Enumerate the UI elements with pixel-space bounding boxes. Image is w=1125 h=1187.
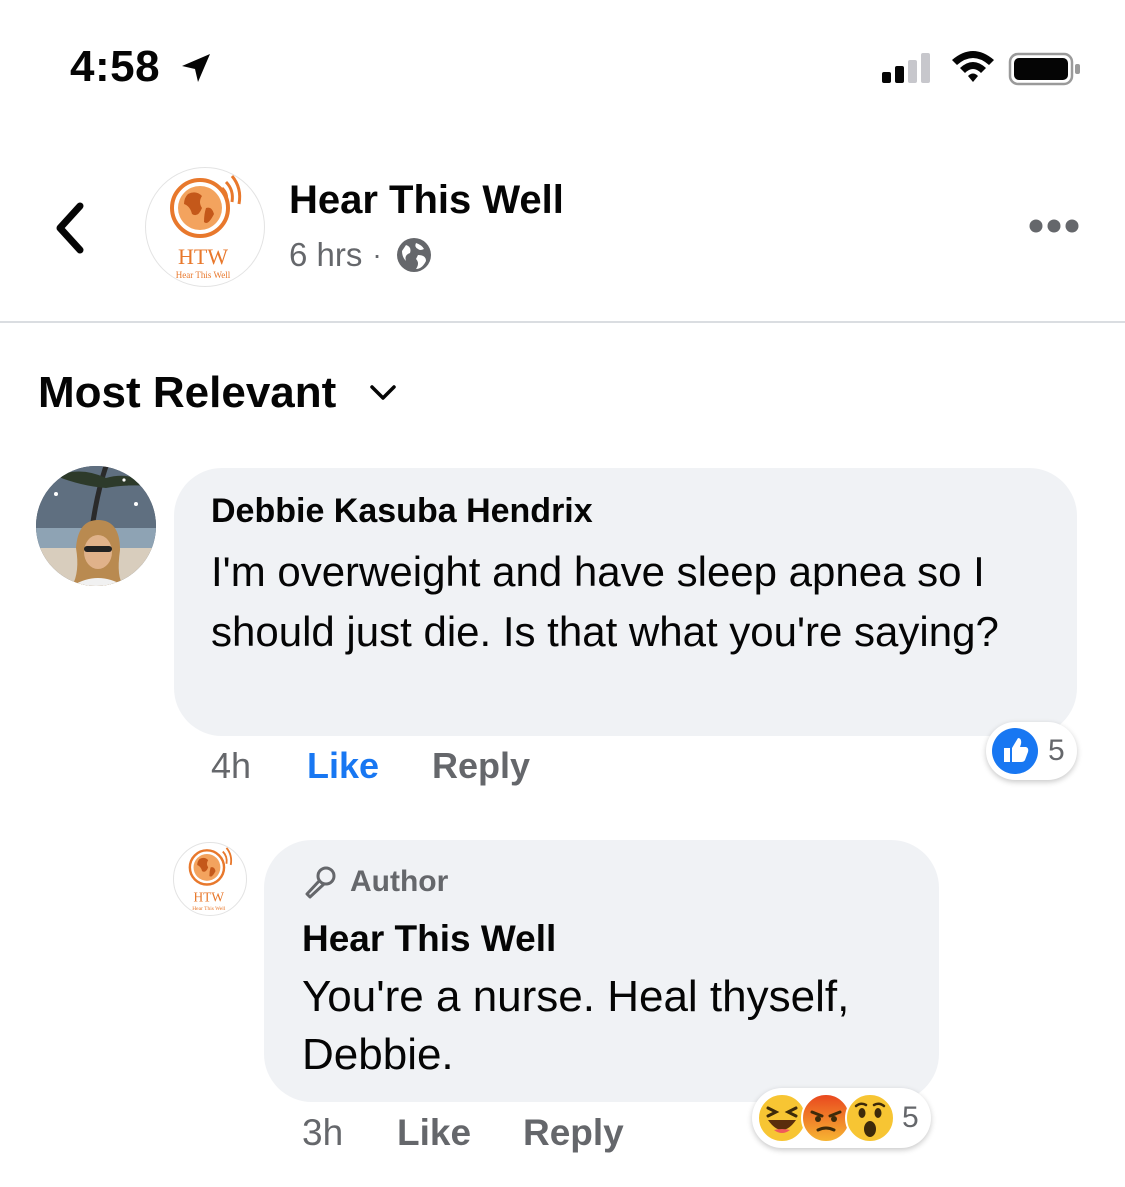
author-badge-label: Author xyxy=(350,865,449,898)
comment-text: I'm overweight and have sleep apnea so I… xyxy=(211,548,999,655)
comment-time[interactable]: 4h xyxy=(211,745,251,787)
commenter-avatar[interactable] xyxy=(36,466,156,586)
reply-text: You're a nurse. Heal thyself, Debbie. xyxy=(302,972,850,1079)
page-name[interactable]: Hear This Well xyxy=(289,178,564,223)
post-time[interactable]: 6 hrs xyxy=(289,236,362,274)
chevron-down-icon xyxy=(370,385,397,400)
reply-button[interactable]: Reply xyxy=(523,1112,624,1154)
sort-dropdown[interactable]: Most Relevant xyxy=(38,368,398,418)
cellular-signal-icon xyxy=(882,53,930,83)
like-reaction-icon xyxy=(992,728,1038,774)
logo-text: HTW xyxy=(178,244,228,269)
sort-label: Most Relevant xyxy=(38,368,337,417)
wow-reaction-icon xyxy=(845,1093,895,1143)
status-time: 4:58 xyxy=(70,42,161,91)
reply-author-avatar[interactable]: HTW Hear This Well xyxy=(173,842,247,916)
logo-text: HTW xyxy=(194,890,225,905)
reactions-summary[interactable]: 5 xyxy=(752,1088,931,1148)
reaction-count: 5 xyxy=(1048,734,1065,767)
profile-photo xyxy=(36,466,156,586)
logo-subtext: Hear This Well xyxy=(192,906,226,912)
globe-icon xyxy=(396,238,431,272)
meta-separator: · xyxy=(372,239,382,270)
reply-button[interactable]: Reply xyxy=(432,745,530,787)
back-arrow-icon[interactable] xyxy=(48,198,96,258)
reply-author[interactable]: Hear This Well xyxy=(302,918,556,960)
reaction-count: 5 xyxy=(902,1101,919,1134)
microphone-icon xyxy=(305,866,336,899)
battery-icon xyxy=(1008,52,1080,86)
logo-subtext: Hear This Well xyxy=(176,270,231,280)
location-arrow-icon xyxy=(182,54,210,82)
more-options-icon[interactable] xyxy=(1028,216,1080,236)
reply-time[interactable]: 3h xyxy=(302,1112,343,1154)
like-button[interactable]: Like xyxy=(397,1112,471,1154)
htw-logo-icon: HTW Hear This Well xyxy=(170,175,242,280)
post-meta: 6 hrs · xyxy=(289,236,432,274)
comment-author[interactable]: Debbie Kasuba Hendrix xyxy=(211,492,593,531)
reactions-summary[interactable]: 5 xyxy=(986,722,1077,780)
wifi-icon xyxy=(952,51,994,82)
page-avatar[interactable]: HTW Hear This Well xyxy=(145,167,265,287)
htw-logo-icon: HTW Hear This Well xyxy=(188,847,233,912)
header-divider xyxy=(0,321,1125,323)
like-button[interactable]: Like xyxy=(307,745,379,787)
author-badge: Author xyxy=(302,864,448,900)
